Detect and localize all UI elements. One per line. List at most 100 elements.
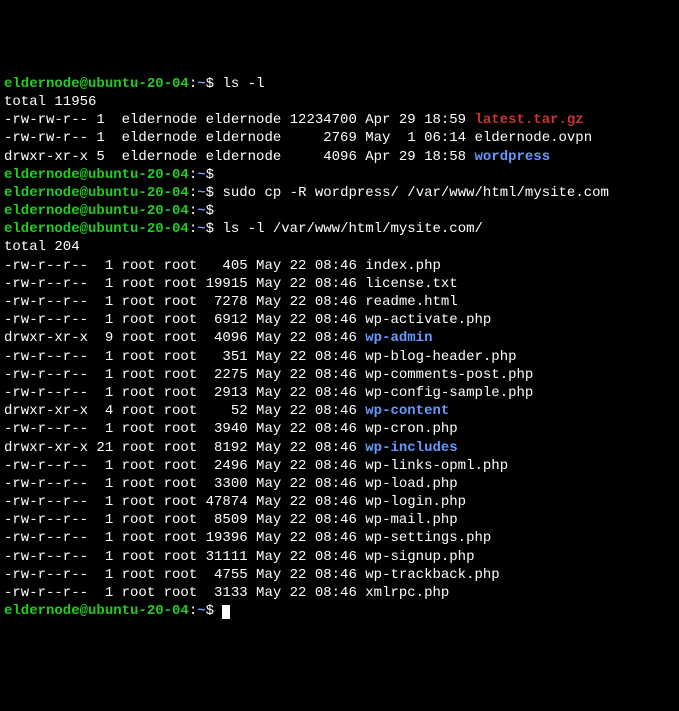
prompt-path: ~ <box>197 167 205 183</box>
file-meta: -rw-r--r-- 1 root root 3300 May 22 08:46 <box>4 476 365 492</box>
file-meta: -rw-r--r-- 1 root root 7278 May 22 08:46 <box>4 294 365 310</box>
file-meta: -rw-r--r-- 1 root root 8509 May 22 08:46 <box>4 512 365 528</box>
file-entry: -rw-r--r-- 1 root root 8509 May 22 08:46… <box>4 511 675 529</box>
file-meta: -rw-r--r-- 1 root root 19396 May 22 08:4… <box>4 530 365 546</box>
prompt-path: ~ <box>197 203 205 219</box>
file-name: wp-blog-header.php <box>365 349 516 365</box>
prompt-symbol: $ <box>206 603 223 619</box>
prompt-sep: : <box>189 76 197 92</box>
prompt-sep: : <box>189 203 197 219</box>
file-entry: -rw-r--r-- 1 root root 19915 May 22 08:4… <box>4 275 675 293</box>
file-entry: -rw-r--r-- 1 root root 2913 May 22 08:46… <box>4 384 675 402</box>
user-host: eldernode@ubuntu-20-04 <box>4 76 189 92</box>
prompt-line: eldernode@ubuntu-20-04:~$ <box>4 166 675 184</box>
file-entry: drwxr-xr-x 4 root root 52 May 22 08:46 w… <box>4 402 675 420</box>
file-entry: -rw-rw-r-- 1 eldernode eldernode 2769 Ma… <box>4 129 675 147</box>
file-entry: -rw-rw-r-- 1 eldernode eldernode 1223470… <box>4 111 675 129</box>
prompt-line: eldernode@ubuntu-20-04:~$ ls -l /var/www… <box>4 220 675 238</box>
prompt-line: eldernode@ubuntu-20-04:~$ <box>4 202 675 220</box>
prompt-symbol: $ <box>206 185 223 201</box>
user-host: eldernode@ubuntu-20-04 <box>4 221 189 237</box>
file-name: wp-load.php <box>365 476 457 492</box>
prompt-sep: : <box>189 603 197 619</box>
prompt-line: eldernode@ubuntu-20-04:~$ <box>4 602 675 620</box>
prompt-sep: : <box>189 185 197 201</box>
file-name: wp-includes <box>365 440 457 456</box>
file-meta: drwxr-xr-x 4 root root 52 May 22 08:46 <box>4 403 365 419</box>
file-entry: drwxr-xr-x 9 root root 4096 May 22 08:46… <box>4 329 675 347</box>
prompt-symbol: $ <box>206 76 223 92</box>
file-entry: -rw-r--r-- 1 root root 47874 May 22 08:4… <box>4 493 675 511</box>
file-entry: -rw-r--r-- 1 root root 4755 May 22 08:46… <box>4 566 675 584</box>
file-name: wp-cron.php <box>365 421 457 437</box>
file-name: wp-mail.php <box>365 512 457 528</box>
total-line: total 204 <box>4 238 675 256</box>
file-entry: drwxr-xr-x 5 eldernode eldernode 4096 Ap… <box>4 148 675 166</box>
file-name: eldernode.ovpn <box>474 130 592 146</box>
prompt-path: ~ <box>197 185 205 201</box>
command-text: sudo cp -R wordpress/ /var/www/html/mysi… <box>222 185 608 201</box>
command-text: ls -l /var/www/html/mysite.com/ <box>222 221 482 237</box>
file-entry: -rw-r--r-- 1 root root 3940 May 22 08:46… <box>4 420 675 438</box>
file-entry: -rw-r--r-- 1 root root 405 May 22 08:46 … <box>4 257 675 275</box>
file-name: license.txt <box>365 276 457 292</box>
file-name: wp-content <box>365 403 449 419</box>
file-meta: -rw-r--r-- 1 root root 405 May 22 08:46 <box>4 258 365 274</box>
file-name: wp-signup.php <box>365 549 474 565</box>
file-entry: -rw-r--r-- 1 root root 31111 May 22 08:4… <box>4 548 675 566</box>
file-meta: -rw-r--r-- 1 root root 31111 May 22 08:4… <box>4 549 365 565</box>
prompt-line: eldernode@ubuntu-20-04:~$ ls -l <box>4 75 675 93</box>
file-entry: -rw-r--r-- 1 root root 3300 May 22 08:46… <box>4 475 675 493</box>
file-name: wp-activate.php <box>365 312 491 328</box>
file-name: wp-login.php <box>365 494 466 510</box>
terminal-output[interactable]: eldernode@ubuntu-20-04:~$ ls -ltotal 119… <box>4 75 675 621</box>
file-name: wp-comments-post.php <box>365 367 533 383</box>
file-meta: -rw-r--r-- 1 root root 47874 May 22 08:4… <box>4 494 365 510</box>
prompt-line: eldernode@ubuntu-20-04:~$ sudo cp -R wor… <box>4 184 675 202</box>
prompt-symbol: $ <box>206 203 223 219</box>
file-entry: -rw-r--r-- 1 root root 2275 May 22 08:46… <box>4 366 675 384</box>
file-meta: drwxr-xr-x 21 root root 8192 May 22 08:4… <box>4 440 365 456</box>
file-name: xmlrpc.php <box>365 585 449 601</box>
prompt-symbol: $ <box>206 221 223 237</box>
file-name: wordpress <box>474 149 550 165</box>
file-name: wp-settings.php <box>365 530 491 546</box>
file-meta: -rw-rw-r-- 1 eldernode eldernode 1223470… <box>4 112 474 128</box>
file-meta: -rw-r--r-- 1 root root 351 May 22 08:46 <box>4 349 365 365</box>
user-host: eldernode@ubuntu-20-04 <box>4 167 189 183</box>
command-text: ls -l <box>222 76 264 92</box>
user-host: eldernode@ubuntu-20-04 <box>4 603 189 619</box>
prompt-path: ~ <box>197 221 205 237</box>
file-meta: -rw-rw-r-- 1 eldernode eldernode 2769 Ma… <box>4 130 474 146</box>
file-name: wp-admin <box>365 330 432 346</box>
prompt-path: ~ <box>197 76 205 92</box>
prompt-path: ~ <box>197 603 205 619</box>
total-line: total 11956 <box>4 93 675 111</box>
file-name: index.php <box>365 258 441 274</box>
file-entry: drwxr-xr-x 21 root root 8192 May 22 08:4… <box>4 439 675 457</box>
prompt-sep: : <box>189 221 197 237</box>
user-host: eldernode@ubuntu-20-04 <box>4 185 189 201</box>
file-entry: -rw-r--r-- 1 root root 351 May 22 08:46 … <box>4 348 675 366</box>
file-meta: -rw-r--r-- 1 root root 2496 May 22 08:46 <box>4 458 365 474</box>
file-entry: -rw-r--r-- 1 root root 7278 May 22 08:46… <box>4 293 675 311</box>
file-name: wp-config-sample.php <box>365 385 533 401</box>
file-name: latest.tar.gz <box>474 112 583 128</box>
file-meta: -rw-r--r-- 1 root root 2913 May 22 08:46 <box>4 385 365 401</box>
file-name: wp-links-opml.php <box>365 458 508 474</box>
file-meta: -rw-r--r-- 1 root root 2275 May 22 08:46 <box>4 367 365 383</box>
file-meta: -rw-r--r-- 1 root root 6912 May 22 08:46 <box>4 312 365 328</box>
file-entry: -rw-r--r-- 1 root root 6912 May 22 08:46… <box>4 311 675 329</box>
file-entry: -rw-r--r-- 1 root root 2496 May 22 08:46… <box>4 457 675 475</box>
file-meta: -rw-r--r-- 1 root root 3940 May 22 08:46 <box>4 421 365 437</box>
file-name: readme.html <box>365 294 457 310</box>
file-name: wp-trackback.php <box>365 567 499 583</box>
file-meta: -rw-r--r-- 1 root root 19915 May 22 08:4… <box>4 276 365 292</box>
cursor <box>222 605 230 619</box>
file-meta: drwxr-xr-x 9 root root 4096 May 22 08:46 <box>4 330 365 346</box>
prompt-sep: : <box>189 167 197 183</box>
file-entry: -rw-r--r-- 1 root root 3133 May 22 08:46… <box>4 584 675 602</box>
file-meta: -rw-r--r-- 1 root root 4755 May 22 08:46 <box>4 567 365 583</box>
prompt-symbol: $ <box>206 167 223 183</box>
user-host: eldernode@ubuntu-20-04 <box>4 203 189 219</box>
